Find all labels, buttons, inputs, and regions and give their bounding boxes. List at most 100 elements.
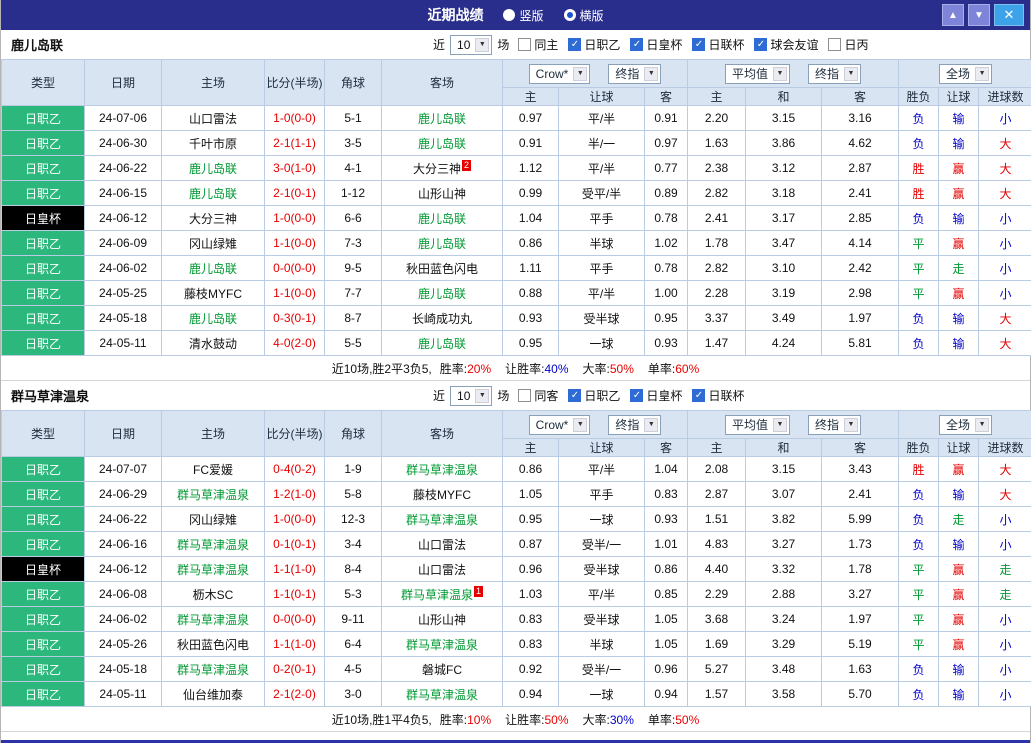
chevron-down-icon: ▼ xyxy=(644,417,659,432)
competition-type: 日职乙 xyxy=(1,606,85,632)
result-goals: 大 xyxy=(978,180,1031,206)
filter-checkbox-item[interactable]: ✓ 日皇杯 xyxy=(630,387,682,404)
filter-checkbox-item[interactable]: ✓ 日皇杯 xyxy=(630,36,682,53)
away-team: 鹿儿岛联 xyxy=(381,230,503,256)
odds-draw: 3.18 xyxy=(745,180,822,206)
away-team: 秋田蓝色闪电 xyxy=(381,255,503,281)
rounds-select[interactable]: 10 ▼ xyxy=(450,34,493,55)
sub-col-handicap-away: 客 xyxy=(644,438,688,457)
odds-home: 5.27 xyxy=(687,656,746,682)
move-up-button[interactable]: ▲ xyxy=(942,4,964,26)
corners: 5-5 xyxy=(324,330,382,356)
corners: 8-7 xyxy=(324,305,382,331)
checkbox-label: 同主 xyxy=(534,38,559,52)
corners: 1-12 xyxy=(324,180,382,206)
sub-col-handicap-result: 让球 xyxy=(938,438,980,457)
checkbox-checked-icon[interactable]: ✓ xyxy=(630,389,644,402)
corners: 5-3 xyxy=(324,581,382,607)
radio-label: 竖版 xyxy=(519,8,544,23)
checkbox-checked-icon[interactable]: ✓ xyxy=(692,389,706,402)
odds-draw: 3.15 xyxy=(745,456,822,482)
handicap-time-select[interactable]: 终指 ▼ xyxy=(608,63,662,84)
result-handicap: 输 xyxy=(938,105,980,131)
result-outcome: 平 xyxy=(898,631,940,657)
matches-body: 日职乙 24-07-06 山口雷法 1-0(0-0) 5-1 鹿儿岛联 0.97 平/半 0.9… xyxy=(1,105,1031,356)
handicap-home-odds: 0.93 xyxy=(502,305,559,331)
filter-checkbox-item[interactable]: ✓ 日职乙 xyxy=(568,36,620,53)
odds-home: 2.82 xyxy=(687,180,746,206)
score: 1-1(0-0) xyxy=(264,280,325,306)
checkbox-unchecked-icon[interactable] xyxy=(518,389,532,402)
odds-time-select[interactable]: 终指 ▼ xyxy=(808,414,862,435)
odds-source-select[interactable]: 平均值 ▼ xyxy=(724,63,790,84)
sub-col-goals-result: 进球数 xyxy=(978,87,1031,106)
checkbox-checked-icon[interactable]: ✓ xyxy=(568,389,582,402)
result-goals: 小 xyxy=(978,230,1031,256)
filter-checkbox-item[interactable]: ✓ 日职乙 xyxy=(568,387,620,404)
result-handicap: 赢 xyxy=(938,180,980,206)
checkbox-checked-icon[interactable]: ✓ xyxy=(754,38,768,51)
handicap-group-header: Crow* ▼ 终指 ▼ xyxy=(502,59,688,88)
filter-checkbox-item[interactable]: ✓ 日联杯 xyxy=(692,387,744,404)
move-down-button[interactable]: ▼ xyxy=(968,4,990,26)
odds-away: 2.41 xyxy=(820,180,900,206)
checkbox-unchecked-icon[interactable] xyxy=(518,38,532,51)
checkbox-label: 日皇杯 xyxy=(646,38,683,52)
team-name: 山形山神 xyxy=(417,186,466,201)
filter-checkbox-item[interactable]: ✓ 日联杯 xyxy=(692,36,744,53)
close-button[interactable]: ✕ xyxy=(994,4,1024,26)
layout-radio-vertical[interactable]: 竖版 xyxy=(503,7,544,24)
competition-type: 日职乙 xyxy=(1,631,85,657)
handicap-away-odds: 0.86 xyxy=(644,556,688,582)
handicap-time-select[interactable]: 终指 ▼ xyxy=(608,414,662,435)
col-corner: 角球 xyxy=(324,410,382,457)
handicap-company-select[interactable]: Crow* ▼ xyxy=(528,63,591,84)
checkbox-checked-icon[interactable]: ✓ xyxy=(692,38,706,51)
result-scope-select[interactable]: 全场 ▼ xyxy=(939,414,993,435)
odds-away: 1.73 xyxy=(820,531,900,557)
competition-type: 日职乙 xyxy=(1,305,85,331)
chevron-down-icon: ▼ xyxy=(773,417,787,432)
match-date: 24-06-02 xyxy=(84,606,162,632)
competition-type: 日职乙 xyxy=(1,105,85,131)
competition-type: 日职乙 xyxy=(1,681,85,707)
odds-draw: 3.58 xyxy=(745,681,822,707)
competition-type: 日皇杯 xyxy=(1,556,85,582)
corners: 7-3 xyxy=(324,230,382,256)
checkbox-checked-icon[interactable]: ✓ xyxy=(630,38,644,51)
odds-time-select[interactable]: 终指 ▼ xyxy=(808,63,862,84)
team-name: 山口雷法 xyxy=(188,111,237,126)
handicap-line: 半球 xyxy=(558,230,645,256)
handicap-line: 半/一 xyxy=(558,130,645,156)
rounds-select[interactable]: 10 ▼ xyxy=(450,385,493,406)
section-header: 群马草津温泉 近 10 ▼ 场 同客 ✓ 日职乙 ✓ 日皇杯 ✓ 日联杯 xyxy=(1,381,1030,410)
handicap-away-odds: 1.00 xyxy=(644,280,688,306)
handicap-away-odds: 1.05 xyxy=(644,606,688,632)
result-handicap: 输 xyxy=(938,656,980,682)
odds-home: 2.29 xyxy=(687,581,746,607)
home-team: 群马草津温泉 xyxy=(161,531,265,557)
result-scope-select[interactable]: 全场 ▼ xyxy=(939,63,993,84)
handicap-home-odds: 0.83 xyxy=(502,606,559,632)
result-handicap: 赢 xyxy=(938,581,980,607)
handicap-away-odds: 0.83 xyxy=(644,481,688,507)
handicap-away-odds: 1.05 xyxy=(644,631,688,657)
checkbox-checked-icon[interactable]: ✓ xyxy=(568,38,582,51)
corners: 5-8 xyxy=(324,481,382,507)
result-handicap: 输 xyxy=(938,531,980,557)
filter-checkbox-item[interactable]: 日丙 xyxy=(828,36,868,53)
handicap-company-select[interactable]: Crow* ▼ xyxy=(528,414,591,435)
odds-home: 1.47 xyxy=(687,330,746,356)
team-name: 千叶市原 xyxy=(188,136,237,151)
chevron-down-icon: ▼ xyxy=(573,66,588,81)
odds-source-select[interactable]: 平均值 ▼ xyxy=(724,414,790,435)
away-team: 磐城FC xyxy=(381,656,503,682)
filter-checkbox-item[interactable]: 同客 xyxy=(518,387,558,404)
filter-checkbox-item[interactable]: 同主 xyxy=(518,36,558,53)
filter-checkbox-item[interactable]: ✓ 球会友谊 xyxy=(754,36,818,53)
footer-stat-item: 让胜率:40% xyxy=(505,360,568,377)
layout-radio-horizontal[interactable]: 横版 xyxy=(563,7,604,24)
match-date: 24-06-16 xyxy=(84,531,162,557)
checkbox-unchecked-icon[interactable] xyxy=(828,38,842,51)
chevron-down-icon: ▼ xyxy=(475,388,490,403)
